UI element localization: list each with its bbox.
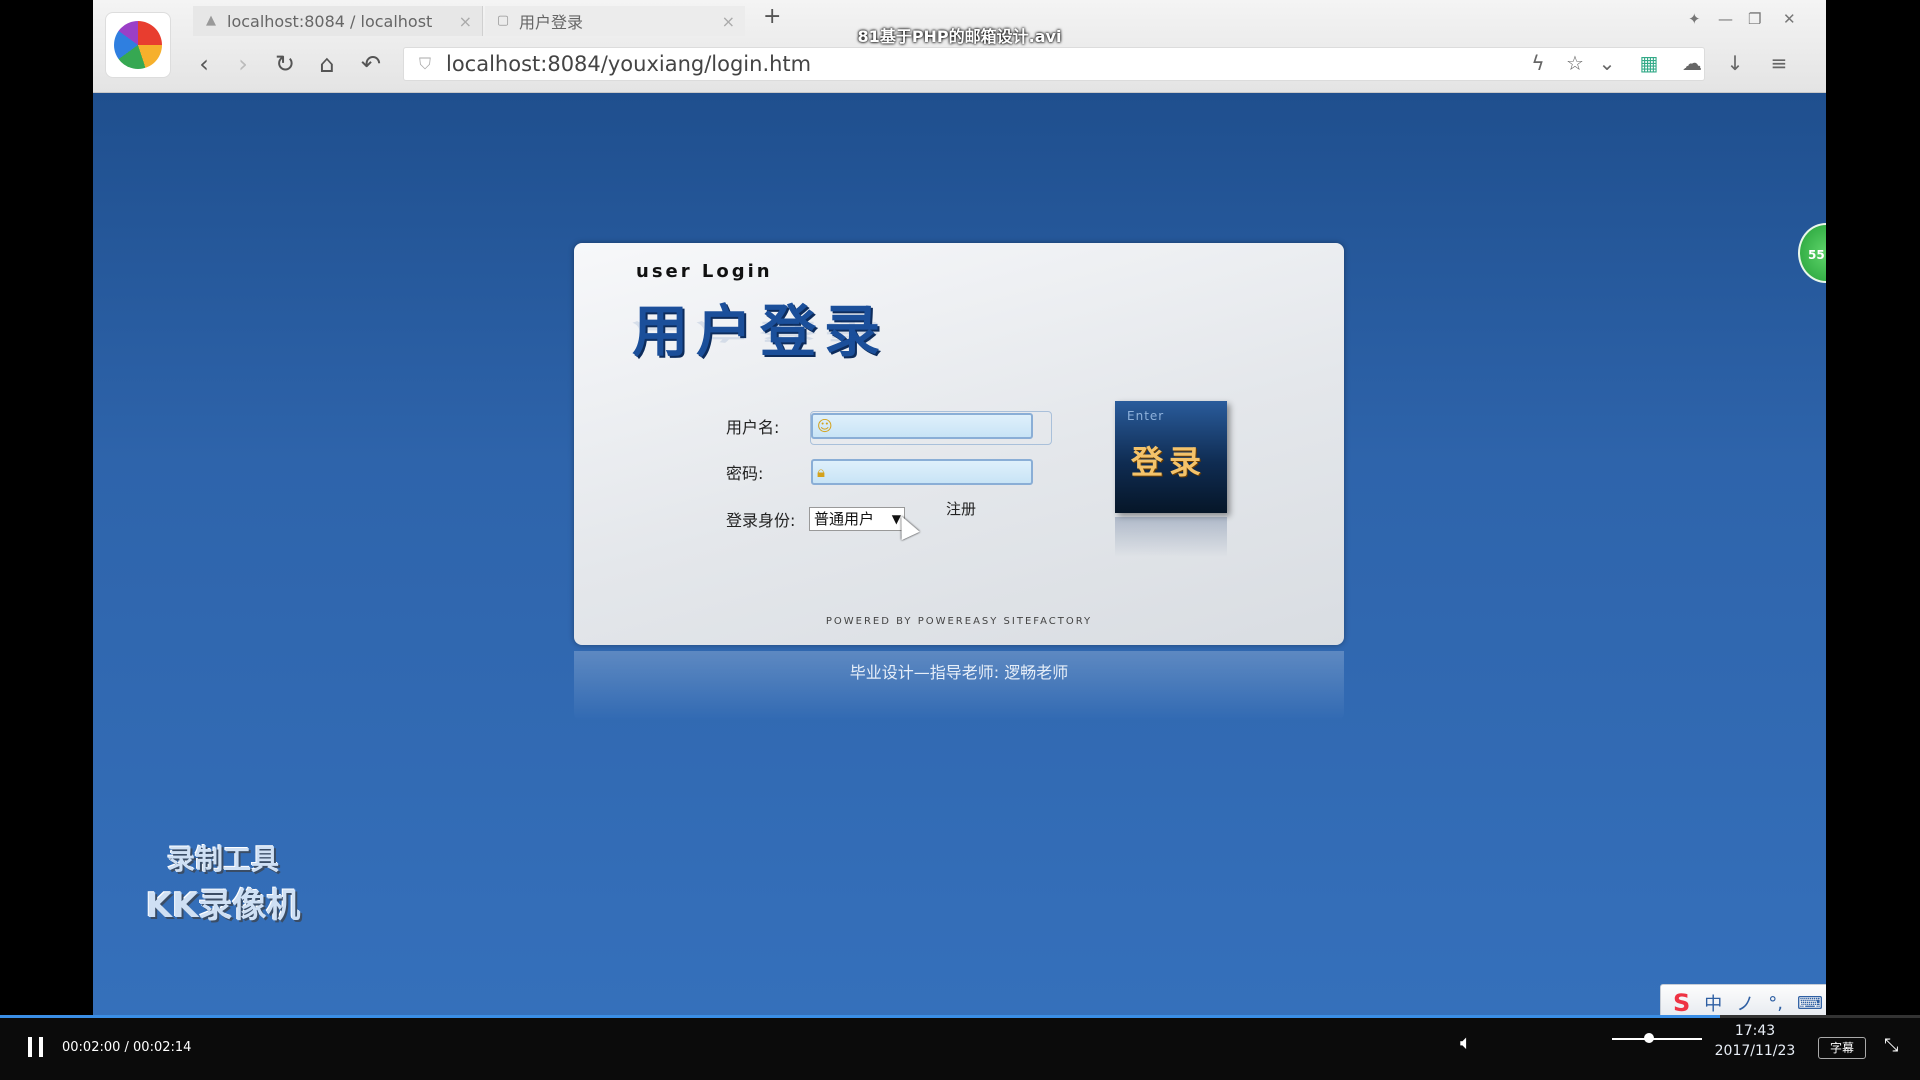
progress-track[interactable]	[0, 1015, 1920, 1018]
time-readout: 00:02:00 / 00:02:14	[62, 1040, 192, 1055]
url-text[interactable]: localhost:8084/youxiang/login.htm	[446, 52, 811, 76]
back-icon[interactable]: ‹	[189, 50, 219, 78]
apps-icon[interactable]: ▦	[1635, 51, 1663, 75]
password-label: 密码:	[726, 464, 764, 483]
ime-toolbar[interactable]: S 中 ノ °, ⌨ ♟ ✎	[1660, 984, 1826, 1015]
teacher-note: 毕业设计—指导老师: 逻畅老师	[849, 663, 1069, 682]
login-title-reflection: 用户登录	[632, 317, 888, 344]
user-icon: ☺	[817, 417, 833, 435]
speed-ball-badge[interactable]: 55	[1798, 223, 1826, 283]
video-player-controls: 00:02:00 / 00:02:14 17:43 2017/11/23 字幕 …	[0, 1015, 1920, 1080]
login-page: user Login 用户登录 用户登录 用户名: ☺ 密码: 🔒︎ 登录身份:…	[93, 93, 1826, 1015]
close-window-icon[interactable]: ✕	[1783, 10, 1796, 28]
login-button-reflection	[1115, 517, 1227, 557]
clock-date: 2017/11/23	[1714, 1043, 1796, 1059]
ime-chinese-mode[interactable]: 中	[1704, 990, 1722, 1015]
sogou-ime-icon[interactable]: S	[1673, 989, 1690, 1015]
pause-icon[interactable]	[28, 1037, 48, 1057]
role-label: 登录身份:	[726, 511, 796, 530]
exit-fullscreen-icon[interactable]: ⤡	[1884, 1035, 1898, 1056]
username-label: 用户名:	[726, 418, 780, 437]
chevron-down-icon[interactable]: ⌄	[1593, 51, 1621, 75]
star-icon[interactable]: ☆	[1561, 51, 1589, 75]
cloud-icon[interactable]: ☁	[1678, 51, 1706, 75]
powered-by: POWERED BY POWEREASY SITEFACTORY	[825, 616, 1093, 627]
progress-fill	[0, 1015, 1721, 1018]
clock-time: 17:43	[1734, 1023, 1776, 1039]
login-button-label: 登录	[1131, 443, 1208, 481]
ime-moon-icon[interactable]: ノ	[1736, 990, 1754, 1015]
password-input[interactable]: 🔒︎	[811, 459, 1033, 485]
ime-keyboard-icon[interactable]: ⌨	[1797, 993, 1823, 1014]
download-icon[interactable]: ↓	[1721, 51, 1749, 75]
restore-icon[interactable]: ❐	[1748, 10, 1761, 28]
register-link[interactable]: 注册	[946, 498, 976, 519]
watermark-line-2: KK录像机	[145, 886, 301, 926]
menu-icon[interactable]: ≡	[1765, 51, 1793, 75]
address-bar[interactable]: ⛉ localhost:8084/youxiang/login.htm	[403, 47, 1705, 81]
browser-chrome: ▲ localhost:8084 / localhost × ▢ 用户登录 × …	[93, 0, 1826, 93]
login-subtitle-en: user Login	[636, 261, 773, 282]
login-button-small-label: Enter	[1127, 409, 1165, 423]
recorder-watermark: 录制工具 KK录像机	[138, 838, 308, 927]
undo-icon[interactable]: ↶	[356, 50, 386, 78]
clock: 17:43 2017/11/23	[1710, 1021, 1800, 1061]
minimize-icon[interactable]: —	[1718, 10, 1733, 28]
volume-knob[interactable]	[1644, 1033, 1654, 1043]
volume-slider[interactable]	[1612, 1038, 1702, 1040]
video-title: 81基于PHP的邮箱设计.avi	[857, 27, 1062, 46]
video-frame: ▲ localhost:8084 / localhost × ▢ 用户登录 × …	[93, 0, 1826, 1015]
login-card: user Login 用户登录 用户登录 用户名: ☺ 密码: 🔒︎ 登录身份:…	[574, 243, 1344, 645]
watermark-line-1: 录制工具	[166, 843, 279, 876]
lightning-icon[interactable]: ϟ	[1524, 51, 1552, 75]
speaker-icon[interactable]: 🔈︎	[1460, 1030, 1472, 1054]
username-input[interactable]: ☺	[811, 413, 1033, 439]
role-select-value: 普通用户	[814, 510, 875, 528]
shield-icon: ⛉	[418, 54, 431, 73]
role-select[interactable]: 普通用户 ▼	[809, 507, 905, 531]
lock-icon: 🔒︎	[817, 463, 825, 481]
home-icon[interactable]: ⌂	[312, 50, 342, 78]
refresh-icon[interactable]: ↻	[270, 50, 300, 78]
ime-punct-icon[interactable]: °,	[1768, 993, 1783, 1014]
login-button[interactable]: Enter 登录	[1115, 401, 1227, 513]
skin-icon[interactable]: ✦	[1688, 10, 1701, 28]
forward-icon[interactable]: ›	[228, 50, 258, 78]
subtitle-button[interactable]: 字幕	[1818, 1037, 1866, 1059]
